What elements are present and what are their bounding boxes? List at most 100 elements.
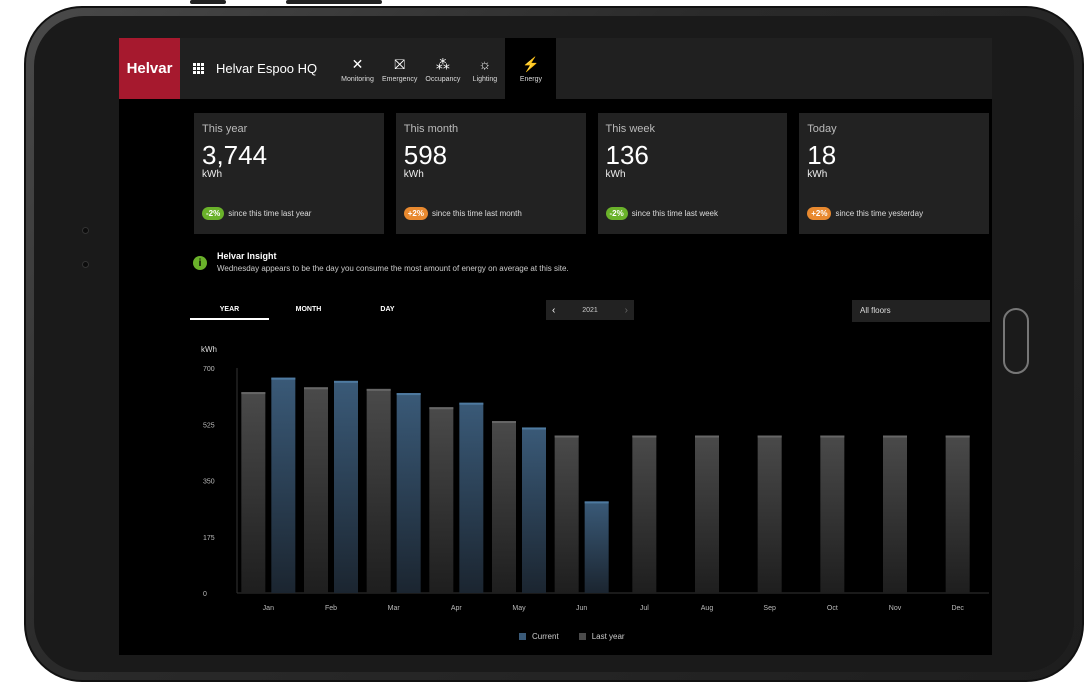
x-tick-label: Nov [889,605,902,612]
bar-current-feb [334,380,358,593]
kpi-delta: +2% since this time last month [403,207,522,220]
tab-year[interactable]: YEAR [190,300,269,320]
legend-swatch [578,633,586,640]
floor-select[interactable]: All floors [852,300,990,322]
bar-top-last-year-aug [695,435,719,438]
insight-title: Helvar Insight [217,251,277,261]
tools-icon: ✕ [351,55,364,72]
tab-emergency[interactable]: ⛝ Emergency [378,38,421,99]
year-navigator: ‹ 2021 › [546,300,634,320]
kpi-value: 136 [605,140,649,170]
kpi-unit: kWh [605,169,626,180]
bar-top-last-year-may [492,421,516,424]
x-tick-label: Jun [576,605,587,612]
tab-label: Occupancy [425,75,461,83]
bar-last-year-sep [757,435,782,593]
site-name: Helvar Espoo HQ [216,61,318,76]
grid-icon [193,63,204,74]
top-navigation: Helvar Helvar Espoo HQ ✕ Monitoring ⛝ Em… [119,38,992,99]
x-tick-label: Mar [388,605,401,612]
lightning-icon: ⚡ [522,55,540,72]
bar-top-last-year-apr [429,407,454,410]
bar-last-year-feb [304,387,328,593]
bar-top-last-year-feb [304,387,328,390]
x-tick-label: Jul [640,605,649,612]
period-tabs: YEAR MONTH DAY [190,300,427,320]
bar-top-last-year-mar [366,388,391,391]
bar-current-may [522,427,546,593]
bar-last-year-mar [366,388,391,593]
tab-energy[interactable]: ⚡ Energy [505,38,557,99]
bar-top-last-year-jan [241,392,266,395]
legend-item-last-year: Last year [578,632,625,641]
bar-last-year-may [492,421,516,593]
power-button [286,0,382,4]
chevron-left-icon[interactable]: ‹ [552,305,555,316]
info-icon: i [193,256,207,270]
bar-top-last-year-dec [945,435,970,438]
bar-top-current-mar [396,393,421,396]
tab-occupancy[interactable]: ⁂ Occupancy [421,38,464,99]
x-tick-label: Dec [951,605,964,612]
y-axis-label: kWh [201,345,217,354]
kpi-title: This week [605,123,656,135]
kpi-value: 18 [807,140,837,170]
x-tick-label: Apr [451,605,463,612]
bar-last-year-nov [883,435,907,593]
kpi-card-week: This week 136 kWh -2% since this time la… [597,113,788,234]
app-screen: Helvar Helvar Espoo HQ ✕ Monitoring ⛝ Em… [119,38,992,655]
bar-last-year-jan [241,392,266,593]
emergency-exit-icon: ⛝ [394,55,406,72]
bar-top-current-feb [334,380,358,383]
module-tabs: ✕ Monitoring ⛝ Emergency ⁂ Occupancy ☼ L… [337,38,557,99]
bar-last-year-jul [632,435,657,593]
energy-bar-chart: kWh 0 175 350 525 700 Jan Feb Mar Apr May Jun Jul Aug… [201,345,989,612]
chevron-right-icon[interactable]: › [625,305,628,316]
volume-button [190,0,226,4]
brand-logo[interactable]: Helvar [119,38,180,99]
kpi-card-month: This month 598 kWh +2% since this time l… [395,113,586,234]
tab-monitoring[interactable]: ✕ Monitoring [337,38,378,99]
year-value: 2021 [582,306,598,314]
y-tick-label: 350 [203,479,215,486]
insight-panel: i Helvar Insight Wednesday appears to be… [193,251,569,273]
kpi-card-today: Today 18 kWh +2% since this time yesterd… [799,113,989,234]
kpi-delta: -2% since this time last week [605,207,718,220]
tab-month[interactable]: MONTH [269,300,348,320]
kpi-value: 598 [403,140,448,170]
delta-text: since this time yesterday [835,209,924,218]
bar-top-current-jun [584,501,609,504]
tab-day[interactable]: DAY [348,300,427,320]
legend-label: Current [532,632,559,641]
kpi-delta: -2% since this time last year [202,207,311,220]
kpi-unit: kWh [403,169,424,180]
kpi-cards: This year 3,744 kWh -2% since this time … [194,113,989,234]
home-button[interactable] [1003,308,1029,374]
y-tick-label: 0 [203,591,207,598]
bar-top-last-year-jun [554,435,579,438]
y-tick-label: 175 [203,535,215,542]
delta-text: since this time last month [431,209,522,218]
x-tick-label: May [512,605,526,612]
legend-label: Last year [591,632,625,641]
kpi-title: This month [403,123,459,135]
tab-lighting[interactable]: ☼ Lighting [464,38,505,99]
kpi-title: This year [202,123,248,135]
x-tick-label: Oct [827,605,838,612]
bar-current-apr [459,402,484,593]
camera-dot [82,261,89,268]
site-selector[interactable]: Helvar Espoo HQ [193,38,317,99]
kpi-delta: +2% since this time yesterday [807,207,923,220]
delta-badge: -2% [202,207,225,220]
bar-current-mar [396,393,421,593]
bar-top-last-year-jul [632,435,657,438]
bar-top-last-year-nov [883,435,907,438]
delta-badge: +2% [807,207,832,220]
insight-text: Wednesday appears to be the day you cons… [217,264,569,273]
delta-text: since this time last year [228,209,312,218]
kpi-value: 3,744 [202,140,268,170]
x-tick-label: Feb [325,605,337,612]
bar-last-year-oct [820,435,845,593]
bar-top-current-apr [459,402,484,405]
y-tick-label: 700 [203,366,215,373]
